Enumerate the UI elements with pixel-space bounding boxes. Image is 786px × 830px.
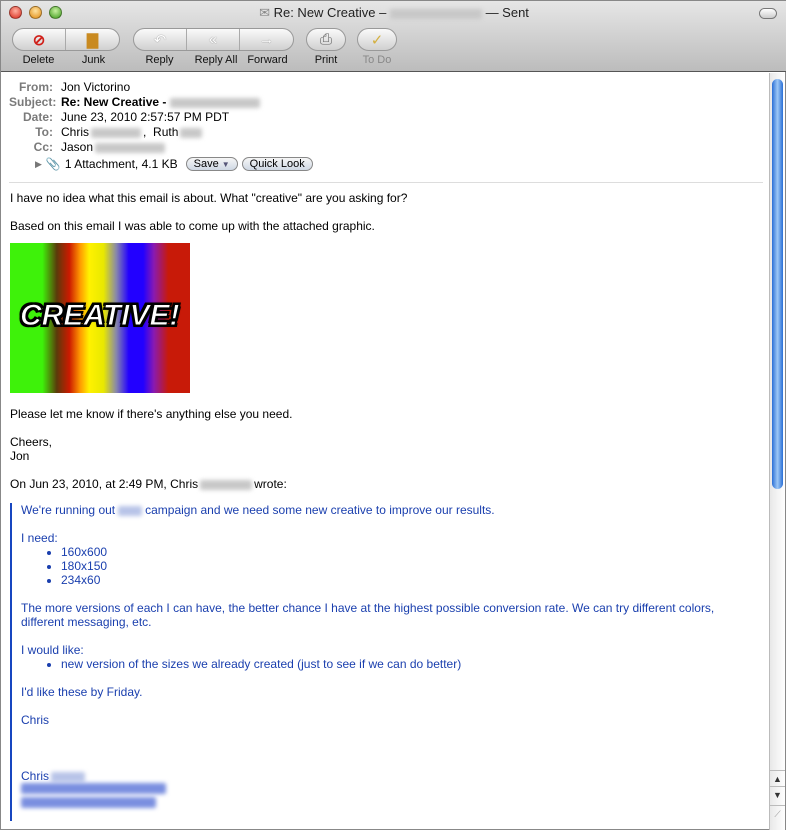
quote-text: I'd like these by Friday. [21, 685, 143, 699]
list-item: 180x150 [61, 559, 762, 573]
cc-label: Cc: [33, 140, 53, 154]
attachment-summary: 1 Attachment, 4.1 KB [64, 157, 178, 171]
date-label: Date: [22, 110, 53, 124]
date-value: June 23, 2010 2:57:57 PM PDT [61, 110, 230, 124]
quote-text: I would like: [21, 643, 84, 657]
delete-button[interactable]: ⊘ [13, 29, 66, 50]
todo-button[interactable]: ✓ [357, 28, 397, 51]
scroll-down-icon[interactable]: ▼ [770, 786, 785, 802]
quote-text: Chris [21, 713, 50, 727]
reply-group: ↶ « → [133, 28, 294, 51]
redacted-text [200, 479, 253, 490]
scroll-up-icon[interactable]: ▲ [770, 770, 785, 786]
subject-value: Re: New Creative - [61, 95, 167, 109]
list-item: 234x60 [61, 573, 762, 587]
redacted-text [95, 143, 166, 153]
forward-icon: → [259, 31, 274, 48]
save-label: Save [193, 158, 219, 170]
reply-all-button[interactable]: « [187, 29, 240, 50]
reply-icon: ↶ [153, 31, 167, 49]
quoted-message: We're running out campaign and we need so… [10, 503, 762, 821]
quote-text: The more versions of each I can have, th… [21, 601, 715, 629]
list-item: 160x600 [61, 545, 762, 559]
to-recipient-2[interactable]: Ruth [153, 125, 178, 140]
todo-icon: ✓ [370, 31, 384, 49]
resize-grip-icon[interactable]: ⟋ [770, 805, 785, 821]
print-icon: ⎙ [319, 31, 332, 48]
reply-all-icon: « [208, 31, 218, 48]
image-text: CREATIVE! [19, 299, 180, 333]
todo-label: To Do [362, 54, 392, 66]
redacted-text [180, 128, 203, 138]
sizes-list: 160x600 180x150 234x60 [61, 545, 762, 587]
redacted-text [118, 505, 143, 516]
reply-label: Reply [145, 54, 174, 66]
chevron-down-icon: ▼ [221, 160, 230, 169]
body-paragraph: Based on this email I was able to come u… [10, 219, 375, 233]
reply-all-label: Reply All [194, 54, 238, 66]
message-body: I have no idea what this email is about.… [1, 191, 771, 821]
forward-label: Forward [247, 54, 288, 66]
message-header: From: Jon Victorino Subject: Re: New Creat… [9, 73, 763, 183]
from-value[interactable]: Jon Victorino [61, 80, 130, 95]
subject-label: Subject: [9, 95, 57, 109]
toolbar-area: ✉ Re: New Creative – — Sent ⊘ ▇ ↶ « → ⎙ … [1, 1, 786, 72]
email-link[interactable] [21, 783, 166, 794]
toolbar-toggle-button[interactable] [759, 8, 777, 19]
signature-name: Chris [21, 769, 50, 783]
redacted-text [389, 8, 482, 19]
window-title: ✉ Re: New Creative – — Sent [259, 5, 529, 20]
to-label: To: [35, 125, 53, 139]
website-link[interactable] [21, 797, 156, 808]
from-label: From: [19, 80, 53, 94]
list-item: new version of the sizes we already crea… [61, 657, 762, 671]
vertical-scrollbar[interactable]: ▲ ▼ ⟋ [769, 73, 785, 830]
delete-label: Delete [22, 54, 55, 66]
paperclip-icon: 📎 [45, 157, 61, 171]
quote-attribution: On Jun 23, 2010, at 2:49 PM, Chris [10, 477, 199, 491]
scrollbar-thumb[interactable] [772, 79, 783, 489]
redacted-text [51, 771, 86, 782]
quote-text: We're running out [21, 503, 116, 517]
reply-button[interactable]: ↶ [134, 29, 187, 50]
creative-image-attachment[interactable]: CREATIVE! [10, 243, 190, 393]
delete-icon: ⊘ [32, 31, 46, 49]
body-paragraph: I have no idea what this email is about.… [10, 191, 408, 205]
disclosure-triangle-icon[interactable]: ▶ [35, 157, 42, 172]
quote-text: campaign and we need some new creative t… [145, 503, 495, 517]
body-paragraph: Please let me know if there's anything e… [10, 407, 293, 421]
to-recipient-1[interactable]: Chris [61, 125, 89, 140]
like-list: new version of the sizes we already crea… [61, 657, 762, 671]
message-view: From: Jon Victorino Subject: Re: New Creat… [1, 73, 771, 830]
envelope-icon: ✉ [259, 5, 270, 20]
body-paragraph: Cheers, [10, 435, 53, 449]
quote-attribution-end: wrote: [254, 477, 287, 491]
print-button[interactable]: ⎙ [306, 28, 346, 51]
forward-button[interactable]: → [240, 29, 293, 50]
junk-button[interactable]: ▇ [66, 29, 119, 50]
print-label: Print [314, 54, 338, 66]
body-paragraph: Jon [10, 449, 30, 463]
separator: , [143, 125, 147, 139]
junk-icon: ▇ [86, 31, 99, 49]
junk-label: Junk [81, 54, 106, 66]
quote-text: I need: [21, 531, 58, 545]
mail-window: ✉ Re: New Creative – — Sent ⊘ ▇ ↶ « → ⎙ … [0, 0, 786, 830]
delete-junk-group: ⊘ ▇ [12, 28, 120, 51]
redacted-text [169, 98, 260, 108]
quick-look-button[interactable]: Quick Look [241, 157, 313, 171]
save-attachment-button[interactable]: Save ▼ [185, 157, 238, 171]
redacted-text [91, 128, 142, 138]
cc-recipient[interactable]: Jason [61, 140, 93, 155]
